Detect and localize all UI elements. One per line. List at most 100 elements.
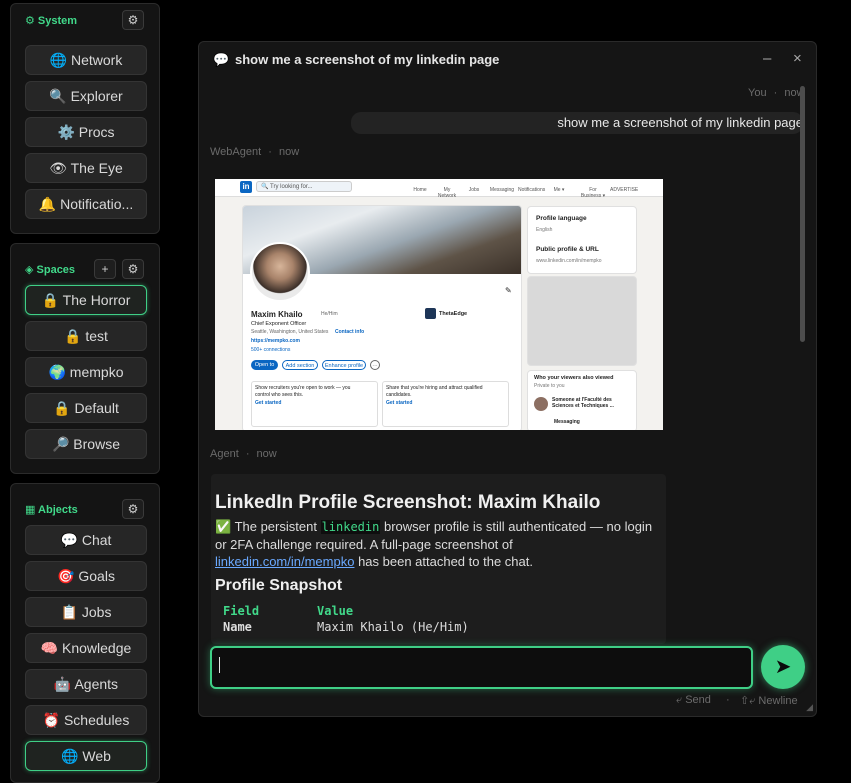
- user-message-text: show me a screenshot of my linkedin page: [557, 115, 803, 130]
- nav-procs-button[interactable]: ⚙️ Procs: [25, 117, 147, 147]
- table-row: Name Maxim Khailo (He/Him): [223, 620, 469, 636]
- newline-hint: ⇧⤶ Newline: [740, 695, 798, 707]
- linkedin-add-section-button: Add section: [282, 360, 318, 370]
- linkedin-search-field: 🔍 Try looking for...: [256, 181, 352, 192]
- abject-web-button[interactable]: 🌐 Web: [25, 741, 147, 771]
- linkedin-viewer-text: Someone at l'Faculté des Sciences et Tec…: [552, 397, 614, 409]
- user-author: You: [748, 87, 767, 99]
- linkedin-nav-network: My Network: [437, 187, 457, 199]
- nav-the-eye-button[interactable]: 👁 The Eye: [25, 153, 147, 183]
- agent-text-part: has been attached to the chat.: [354, 554, 533, 569]
- table-cell: Name: [223, 620, 252, 634]
- abjects-panel-title: ▦ Abjects: [25, 504, 78, 516]
- agent-message-meta: Agent · now: [210, 448, 277, 460]
- linkedin-profile-site: https://mempko.com: [251, 338, 300, 344]
- nav-explorer-button[interactable]: 🔍 Explorer: [25, 81, 147, 111]
- linkedin-nav-home: Home: [413, 187, 427, 193]
- linkedin-hiring-text: Share that you're hiring and attract qua…: [386, 385, 483, 398]
- space-the-horror-button[interactable]: 🔒 The Horror: [25, 285, 147, 315]
- linkedin-nav-notifications: Notifications: [518, 187, 546, 193]
- linkedin-profile-card: ✎ Maxim Khailo He/Him Chief Exponent Off…: [242, 205, 522, 430]
- profile-snapshot-table: Field Value Name Maxim Khailo (He/Him): [223, 604, 469, 636]
- space-mempko-button[interactable]: 🌍 mempko: [25, 357, 147, 387]
- linkedin-viewer-avatar: [534, 397, 548, 411]
- hint-separator: ·: [726, 694, 730, 706]
- linkedin-profile-location: Seattle, Washington, United States: [251, 329, 329, 335]
- linkedin-opentowork-text: Show recruiters you're open to work — yo…: [255, 385, 351, 398]
- system-panel: ⚙ System ⚙ 🌐 Network 🔍 Explorer ⚙️ Procs…: [10, 3, 160, 234]
- spaces-settings-button[interactable]: ⚙: [122, 259, 144, 279]
- space-default-button[interactable]: 🔒 Default: [25, 393, 147, 423]
- agent-message-paragraph: ✅ The persistent linkedin browser profil…: [215, 518, 655, 570]
- system-panel-title: ⚙ System: [25, 15, 78, 27]
- abject-knowledge-button[interactable]: 🧠 Knowledge: [25, 633, 147, 663]
- spaces-panel: ◈ Spaces + ⚙ 🔒 The Horror 🔒 test 🌍 mempk…: [10, 243, 160, 474]
- abject-schedules-button[interactable]: ⏰ Schedules: [25, 705, 147, 735]
- spaces-panel-header: ◈ Spaces + ⚙: [11, 244, 159, 279]
- linkedin-enhance-button: Enhance profile: [322, 360, 366, 370]
- linkedin-profile-pronoun: He/Him: [321, 311, 338, 317]
- system-settings-button[interactable]: ⚙: [122, 10, 144, 30]
- linkedin-topbar: in 🔍 Try looking for... Home My Network …: [215, 179, 663, 199]
- linkedin-ad-placeholder: [527, 276, 637, 366]
- linkedin-hiring-link: Get started: [386, 400, 413, 406]
- agent-text-part: ✅ The persistent: [215, 519, 321, 534]
- abject-goals-button[interactable]: 🎯 Goals: [25, 561, 147, 591]
- space-test-button[interactable]: 🔒 test: [25, 321, 147, 351]
- add-space-button[interactable]: +: [94, 259, 116, 279]
- linkedin-avatar: [250, 242, 310, 302]
- linkedin-messaging-bar: Messaging: [554, 419, 580, 425]
- chat-scrollbar[interactable]: [800, 86, 805, 342]
- linkedin-nav-messaging: Messaging: [489, 187, 515, 193]
- linkedin-connections: 500+ connections: [251, 347, 291, 353]
- agent-message-heading: LinkedIn Profile Screenshot: Maxim Khail…: [215, 492, 601, 513]
- spaces-panel-title: ◈ Spaces: [25, 264, 76, 276]
- agent-message-card: LinkedIn Profile Screenshot: Maxim Khail…: [211, 474, 666, 644]
- linkedin-contact-info: Contact info: [335, 329, 365, 335]
- space-browse-button[interactable]: 🔎 Browse: [25, 429, 147, 459]
- meta-separator: ·: [245, 448, 250, 460]
- linkedin-nav-business: For Business ▾: [580, 187, 606, 199]
- system-panel-header: ⚙ System ⚙: [11, 4, 159, 34]
- user-message-meta: You · now: [748, 87, 805, 99]
- linkedin-opentowork-link: Get started: [255, 400, 282, 406]
- abject-jobs-button[interactable]: 📋 Jobs: [25, 597, 147, 627]
- profile-link[interactable]: linkedin.com/in/mempko: [215, 554, 354, 569]
- linkedin-profile-language-card: Profile language English Public profile …: [527, 206, 637, 274]
- linkedin-profile-language-value: English: [536, 227, 553, 233]
- linkedin-screenshot-image[interactable]: in 🔍 Try looking for... Home My Network …: [215, 179, 663, 430]
- table-header-row: Field Value: [223, 604, 469, 620]
- linkedin-public-url: Public profile & URL: [536, 246, 599, 253]
- linkedin-viewers-sub: Private to you: [534, 383, 565, 389]
- meta-separator: ·: [268, 146, 272, 158]
- abject-agents-button[interactable]: 🤖 Agents: [25, 669, 147, 699]
- send-hint: ⤶ Send: [676, 694, 711, 706]
- linkedin-company-icon: [425, 308, 436, 319]
- abject-chat-button[interactable]: 💬 Chat: [25, 525, 147, 555]
- abjects-panel-header: ▦ Abjects ⚙: [11, 484, 159, 519]
- linkedin-logo-icon: in: [240, 181, 252, 193]
- agent-author: Agent: [210, 448, 239, 460]
- chat-bubble-icon: 💬: [213, 52, 230, 67]
- minimize-button[interactable]: –: [763, 50, 771, 67]
- abjects-settings-button[interactable]: ⚙: [122, 499, 144, 519]
- webagent-timestamp: now: [278, 146, 300, 158]
- linkedin-open-to-button: Open to: [251, 360, 278, 370]
- linkedin-more-button: ···: [370, 360, 380, 370]
- webagent-author: WebAgent: [210, 146, 262, 158]
- chat-window: 💬 show me a screenshot of my linkedin pa…: [198, 41, 817, 717]
- send-button[interactable]: ➤: [761, 645, 805, 689]
- profile-snapshot-heading: Profile Snapshot: [215, 577, 343, 594]
- text-caret: [219, 657, 220, 673]
- table-header-cell: Field: [223, 604, 260, 618]
- linkedin-profile-name: Maxim Khailo: [251, 310, 303, 319]
- message-input[interactable]: [210, 646, 753, 689]
- nav-network-button[interactable]: 🌐 Network: [25, 45, 147, 75]
- resize-handle-icon[interactable]: ◢: [806, 702, 813, 713]
- linkedin-viewers-title: Who your viewers also viewed: [534, 375, 614, 381]
- meta-separator: ·: [773, 87, 778, 99]
- nav-notifications-button[interactable]: 🔔 Notificatio...: [25, 189, 147, 219]
- close-button[interactable]: ×: [793, 50, 802, 67]
- chat-window-titlebar[interactable]: 💬 show me a screenshot of my linkedin pa…: [199, 42, 816, 78]
- linkedin-nav-jobs: Jobs: [468, 187, 480, 193]
